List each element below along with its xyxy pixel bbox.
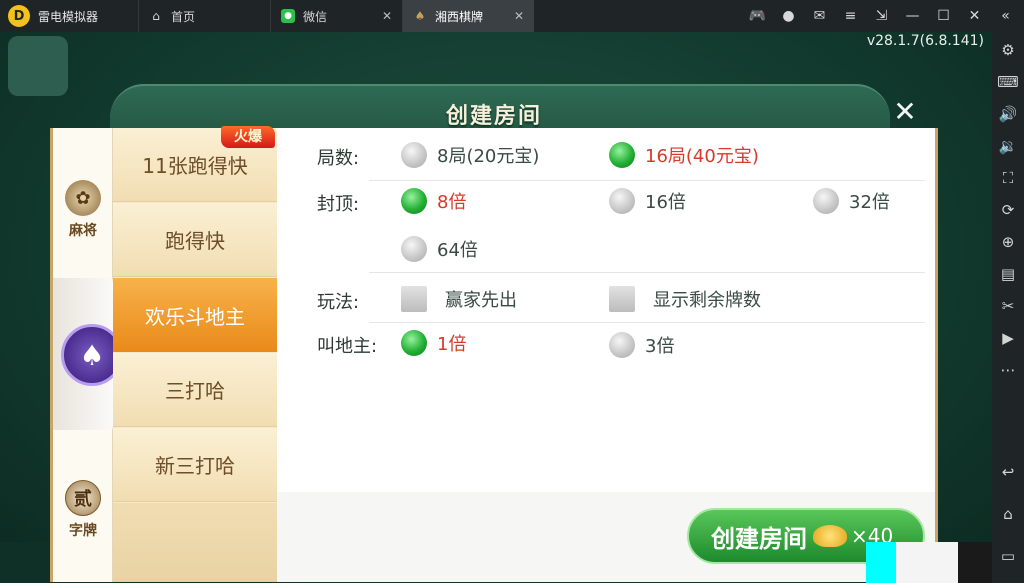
corner-artifact: [866, 542, 896, 583]
radio-selected-icon: [609, 142, 635, 168]
app-name: 雷电模拟器: [38, 9, 99, 24]
window-controls: 🎮 ● ✉ ≡ ⇲ — ☐ ✕ «: [742, 0, 1021, 32]
call-option-3x[interactable]: 3倍: [609, 332, 674, 358]
app-logo-icon: D: [8, 5, 30, 27]
game-list: 11张跑得快 跑得快 欢乐斗地主 三打哈 新三打哈: [113, 128, 277, 582]
add-app-icon[interactable]: ⊕: [992, 232, 1024, 252]
radio-icon: [609, 188, 635, 214]
checkbox-icon: [609, 286, 635, 312]
scissors-icon[interactable]: ✂: [992, 296, 1024, 316]
rounds-option-16[interactable]: 16局(40元宝): [609, 142, 759, 168]
restore-icon[interactable]: ⇲: [866, 8, 897, 24]
tab-close-icon[interactable]: ✕: [514, 9, 524, 23]
recent-apps-icon[interactable]: ▭: [992, 546, 1024, 566]
close-button[interactable]: ✕: [890, 97, 920, 127]
checkbox-icon: [401, 286, 427, 312]
settings-icon[interactable]: ⚙: [992, 40, 1024, 60]
cap-label: 封顶:: [317, 194, 360, 215]
volume-down-icon[interactable]: 🔉: [992, 136, 1024, 156]
create-room-dialog: 创建房间 ✕ ✿ 麻将 ♠ 贰 字牌 11张跑得快 跑得快 欢乐斗地主 三打哈 …: [50, 84, 938, 582]
dialog-title: 创建房间: [445, 104, 542, 129]
game-item-xin-sandaha[interactable]: 新三打哈: [113, 428, 277, 502]
record-icon[interactable]: ▶: [992, 328, 1024, 348]
home-nav-icon[interactable]: ⌂: [992, 504, 1024, 524]
gamepad-icon[interactable]: 🎮: [742, 8, 773, 24]
version-label: v28.1.7(6.8.141): [866, 33, 984, 49]
tab-game[interactable]: ♠ 湘西棋牌 ✕: [402, 0, 534, 32]
play-option-show-remaining[interactable]: 显示剩余牌数: [609, 286, 761, 312]
back-icon[interactable]: ↩: [992, 462, 1024, 482]
keyboard-icon[interactable]: ⌨: [992, 72, 1024, 92]
mahjong-emblem-icon: ✿: [65, 180, 101, 216]
tab-wechat[interactable]: ● 微信 ✕: [270, 0, 402, 32]
divider: [369, 180, 925, 181]
divider: [369, 322, 925, 323]
volume-up-icon[interactable]: 🔊: [992, 104, 1024, 124]
cap-option-16[interactable]: 16倍: [609, 188, 686, 214]
rotate-icon[interactable]: ⟳: [992, 200, 1024, 220]
corner-artifact: [958, 542, 992, 583]
options-panel: 局数: 8局(20元宝) 16局(40元宝) 封顶: 8倍 16倍 32倍 64…: [277, 128, 935, 582]
radio-selected-icon: [401, 330, 427, 356]
dialog-body: ✿ 麻将 ♠ 贰 字牌 11张跑得快 跑得快 欢乐斗地主 三打哈 新三打哈 火爆: [50, 126, 938, 582]
play-option-winner-first[interactable]: 赢家先出: [401, 286, 517, 312]
category-column: ✿ 麻将 ♠ 贰 字牌: [53, 128, 127, 582]
game-item-paodekuai[interactable]: 跑得快: [113, 203, 277, 277]
apk-icon[interactable]: ▤: [992, 264, 1024, 284]
game-viewport: v28.1.7(6.8.141) 创建房间 ✕ ✿ 麻将 ♠ 贰 字牌 11张跑: [0, 32, 992, 583]
rounds-option-8[interactable]: 8局(20元宝): [401, 142, 539, 168]
radio-selected-icon: [401, 188, 427, 214]
emulator-sidebar: ⚙ ⌨ 🔊 🔉 ⛶ ⟳ ⊕ ▤ ✂ ▶ ⋯ ↩ ⌂ ▭: [992, 32, 1024, 583]
cap-option-8[interactable]: 8倍: [401, 188, 466, 214]
divider: [369, 272, 925, 273]
home-icon: ⌂: [152, 9, 160, 23]
cap-option-64[interactable]: 64倍: [401, 236, 478, 262]
game-icon: ♠: [414, 9, 426, 23]
account-icon[interactable]: ●: [773, 8, 804, 24]
game-item-huanle-doudizhu[interactable]: 欢乐斗地主: [113, 278, 277, 352]
close-window-icon[interactable]: ✕: [959, 8, 990, 24]
minimize-icon[interactable]: —: [897, 8, 928, 24]
tab-home[interactable]: ⌂ 首页: [138, 0, 270, 32]
maximize-icon[interactable]: ☐: [928, 8, 959, 24]
cap-option-32[interactable]: 32倍: [813, 188, 890, 214]
game-list-filler: [113, 503, 277, 582]
more-icon[interactable]: ⋯: [992, 360, 1024, 380]
radio-icon: [401, 236, 427, 262]
category-mahjong[interactable]: ✿ 麻将: [53, 180, 113, 240]
tab-close-icon[interactable]: ✕: [382, 9, 392, 23]
ingot-icon: [813, 525, 847, 547]
play-label: 玩法:: [317, 292, 360, 313]
hot-badge: 火爆: [221, 126, 275, 148]
corner-artifact: [896, 542, 958, 583]
call-label: 叫地主:: [317, 336, 378, 357]
title-bar: D 雷电模拟器 ⌂ 首页 ● 微信 ✕ ♠ 湘西棋牌 ✕ 🎮 ● ✉ ≡ ⇲ —…: [0, 0, 1024, 32]
call-option-1x[interactable]: 1倍: [401, 330, 466, 356]
collapse-sidebar-icon[interactable]: «: [990, 8, 1021, 24]
radio-icon: [609, 332, 635, 358]
zipai-emblem-icon: 贰: [65, 480, 101, 516]
fullscreen-icon[interactable]: ⛶: [992, 168, 1024, 188]
category-zipai[interactable]: 贰 字牌: [53, 480, 113, 540]
rounds-label: 局数:: [317, 148, 360, 169]
radio-icon: [401, 142, 427, 168]
wechat-icon: ●: [281, 9, 295, 23]
game-item-sandaha[interactable]: 三打哈: [113, 353, 277, 427]
radio-icon: [813, 188, 839, 214]
menu-icon[interactable]: ≡: [835, 8, 866, 24]
mail-icon[interactable]: ✉: [804, 8, 835, 24]
